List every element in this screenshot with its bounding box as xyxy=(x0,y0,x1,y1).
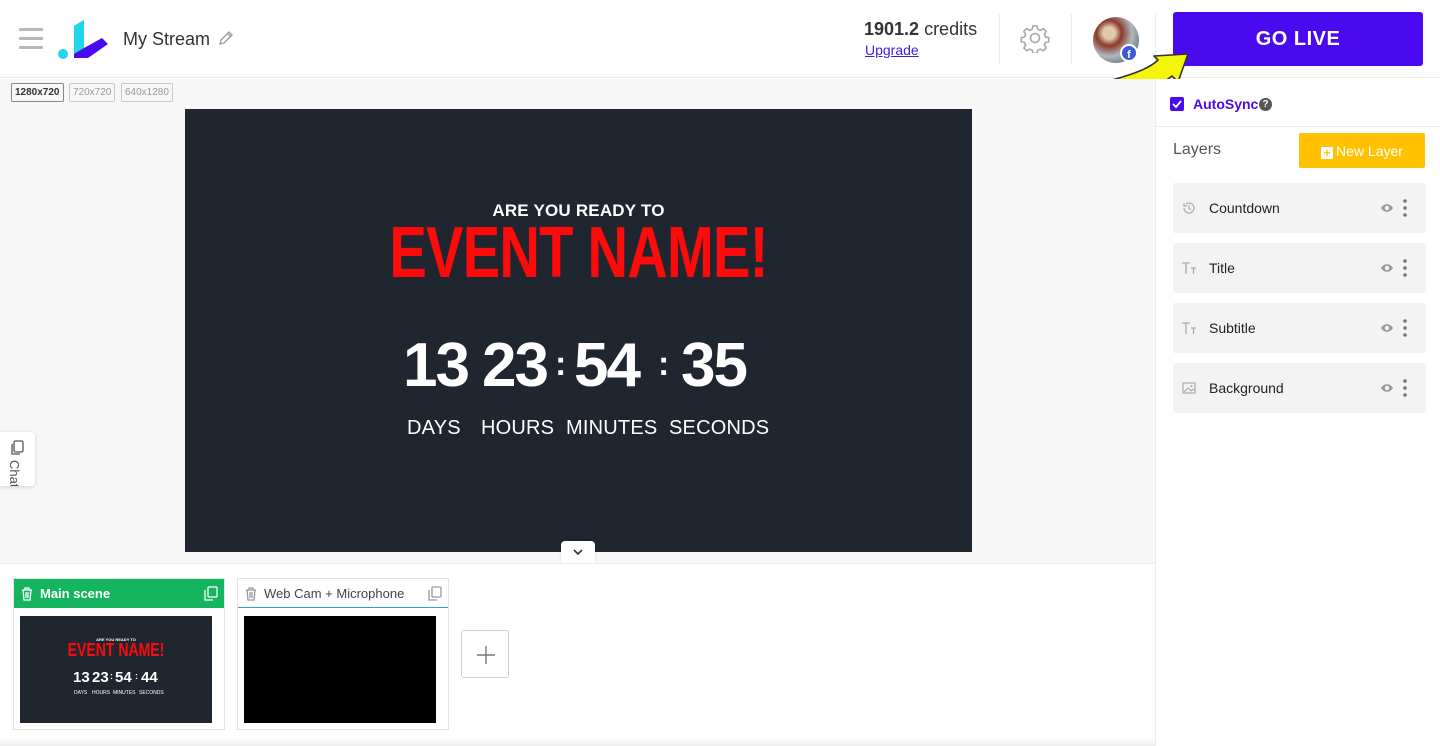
thumb-hours-label: HOURS xyxy=(92,690,111,696)
upgrade-link[interactable]: Upgrade xyxy=(865,42,919,58)
duplicate-icon[interactable] xyxy=(204,586,218,601)
autosync-label[interactable]: AutoSync xyxy=(1193,96,1258,112)
chat-icon xyxy=(11,440,24,455)
layer-item-subtitle[interactable]: Subtitle xyxy=(1173,303,1426,353)
scene-card-webcam[interactable]: Web Cam + Microphone xyxy=(237,578,449,730)
scene-name: Main scene xyxy=(40,586,111,601)
checkmark-icon xyxy=(1172,100,1182,109)
resolution-640x1280-button[interactable]: 640x1280 xyxy=(121,83,173,102)
layer-item-background[interactable]: Background xyxy=(1173,363,1426,413)
duplicate-icon[interactable] xyxy=(428,586,442,601)
countdown-row: 13 23 : 54 : 35 xyxy=(185,331,972,401)
more-vertical-icon[interactable] xyxy=(1403,198,1407,218)
clock-icon xyxy=(1183,202,1195,214)
thumb-separator: : xyxy=(110,671,113,681)
app-logo[interactable] xyxy=(58,18,110,60)
image-icon xyxy=(1182,382,1196,394)
stream-preview-canvas[interactable]: ARE YOU READY TO EVENT NAME! 13 23 : 54 … xyxy=(185,109,972,552)
text-icon xyxy=(1182,262,1196,274)
eye-icon[interactable] xyxy=(1380,262,1394,274)
eye-icon[interactable] xyxy=(1380,322,1394,334)
layers-title: Layers xyxy=(1173,141,1222,158)
divider xyxy=(1156,126,1440,127)
more-vertical-icon[interactable] xyxy=(1403,378,1407,398)
thumb-days-label: DAYS xyxy=(74,690,88,696)
countdown-hours-label: HOURS xyxy=(481,417,555,439)
layer-name: Background xyxy=(1209,380,1284,396)
countdown-minutes-label: MINUTES xyxy=(566,417,658,439)
countdown-days: 13 xyxy=(403,331,470,400)
scene-header[interactable]: Web Cam + Microphone xyxy=(238,579,448,608)
credits-value: 1901.2 xyxy=(864,19,920,39)
eye-icon[interactable] xyxy=(1380,382,1394,394)
divider xyxy=(999,14,1000,64)
more-vertical-icon[interactable] xyxy=(1403,318,1407,338)
layer-name: Title xyxy=(1209,260,1235,276)
credits-unit: credits xyxy=(919,19,978,39)
thumb-separator: : xyxy=(135,671,138,681)
help-icon[interactable]: ? xyxy=(1259,98,1272,111)
hamburger-menu-icon[interactable] xyxy=(19,28,43,50)
more-vertical-icon[interactable] xyxy=(1403,258,1407,278)
layer-item-countdown[interactable]: Countdown xyxy=(1173,183,1426,233)
chat-tab-label: Chat xyxy=(7,460,22,486)
thumb-minutes-label: MINUTES xyxy=(113,690,136,696)
trash-icon[interactable] xyxy=(244,586,258,601)
layer-name: Countdown xyxy=(1209,200,1280,216)
scene-thumbnail: ARE YOU READY TO EVENT NAME! 13 23 : 54 … xyxy=(20,616,212,723)
stage-title: EVENT NAME! xyxy=(389,213,768,293)
text-icon xyxy=(1182,322,1196,334)
new-layer-label: New Layer xyxy=(1336,142,1403,159)
layer-item-title[interactable]: Title xyxy=(1173,243,1426,293)
plus-icon xyxy=(477,646,495,664)
scene-name: Web Cam + Microphone xyxy=(264,586,405,601)
countdown-seconds: 35 xyxy=(681,331,748,400)
scene-header[interactable]: Main scene xyxy=(14,579,224,608)
divider xyxy=(1071,14,1072,64)
credits-balance: 1901.2 credits xyxy=(864,19,977,40)
countdown-hours: 23 xyxy=(482,331,549,400)
trash-icon[interactable] xyxy=(20,586,34,601)
countdown-minutes: 54 xyxy=(574,331,641,400)
edit-pencil-icon[interactable] xyxy=(218,30,234,46)
countdown-separator: : xyxy=(658,345,670,383)
collapse-panel-button[interactable] xyxy=(561,541,595,563)
thumb-minutes: 54 xyxy=(115,669,132,686)
thumb-seconds: 44 xyxy=(141,669,158,686)
thumb-seconds-label: SECONDS xyxy=(139,690,164,696)
countdown-seconds-label: SECONDS xyxy=(669,417,770,439)
layer-name: Subtitle xyxy=(1209,320,1256,336)
gear-icon[interactable] xyxy=(1020,23,1050,53)
countdown-separator: : xyxy=(555,345,567,383)
thumb-hours: 23 xyxy=(92,669,109,686)
scene-thumbnail xyxy=(244,616,436,723)
plus-square-icon: + xyxy=(1321,146,1334,159)
stream-name[interactable]: My Stream xyxy=(123,29,210,50)
resolution-720x720-button[interactable]: 720x720 xyxy=(69,83,116,102)
new-layer-button[interactable]: + New Layer xyxy=(1299,133,1425,168)
thumb-title: EVENT NAME! xyxy=(67,640,165,660)
add-scene-button[interactable] xyxy=(461,630,509,678)
go-live-button[interactable]: GO LIVE xyxy=(1173,12,1423,66)
thumb-days: 13 xyxy=(73,669,90,686)
resolution-1280x720-button[interactable]: 1280x720 xyxy=(11,83,64,102)
scene-card-main[interactable]: Main scene ARE YOU READY TO EVENT NAME! … xyxy=(13,578,225,730)
bottom-edge xyxy=(0,738,1155,746)
autosync-checkbox[interactable] xyxy=(1170,97,1184,111)
chat-tab[interactable]: Chat xyxy=(0,432,35,486)
eye-icon[interactable] xyxy=(1380,202,1394,214)
chevron-down-icon xyxy=(573,549,583,556)
countdown-days-label: DAYS xyxy=(407,417,461,439)
